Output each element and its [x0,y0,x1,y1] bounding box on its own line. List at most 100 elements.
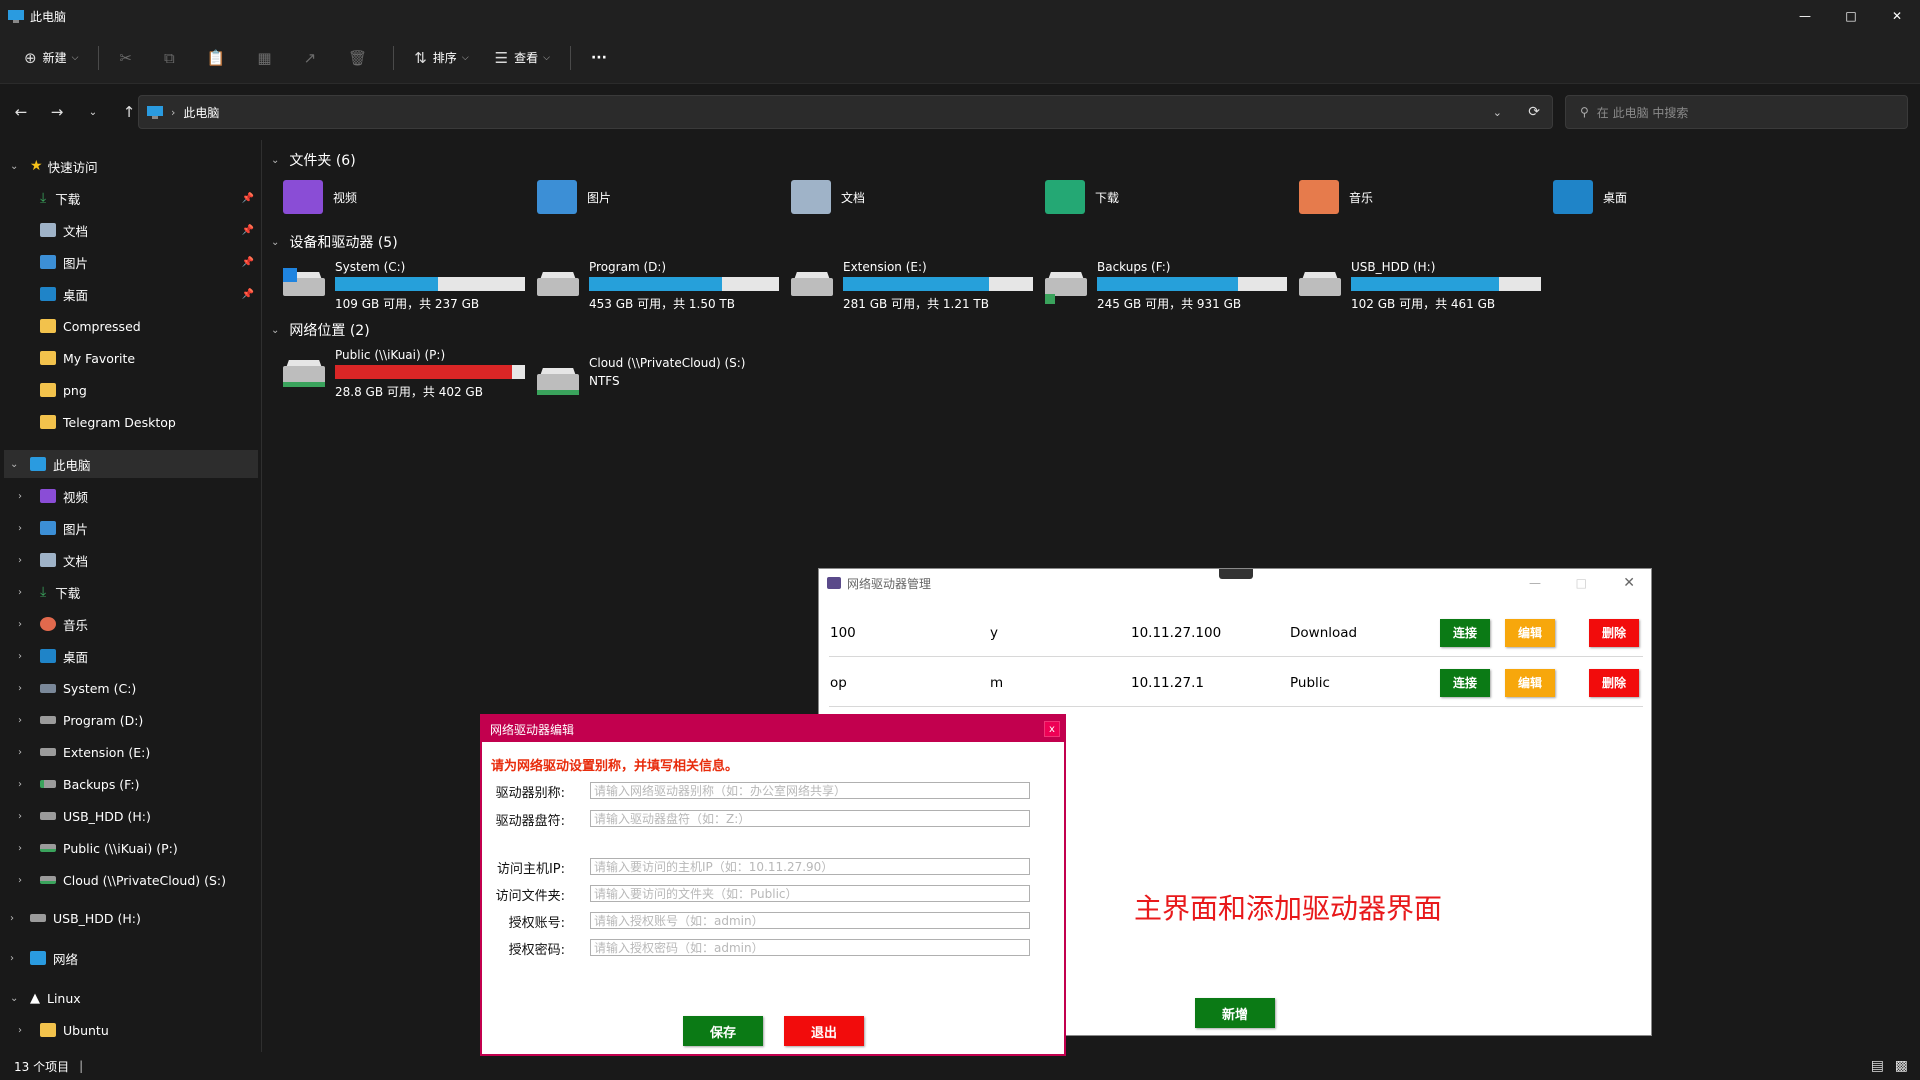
sort-button[interactable]: ⇅ 排序 ⌵ [408,42,474,74]
sidebar-this-pc[interactable]: ⌄ 此电脑 [4,450,258,478]
sidebar-item-music[interactable]: › 音乐 [18,610,258,638]
folder-documents[interactable]: 文档 [791,180,865,214]
drive-space: 281 GB 可用，共 1.21 TB [843,297,989,311]
delete-button[interactable]: 🗑 [342,42,379,74]
edit-button[interactable]: 编辑 [1505,618,1555,647]
drive-f[interactable]: Backups (F:) 245 GB 可用，共 931 GB [1045,260,1287,312]
pin-icon[interactable]: 📌 [242,257,254,268]
folder-downloads[interactable]: 下载 [1045,180,1119,214]
sidebar-quick-access[interactable]: ⌄ ★ 快速访问 [0,152,258,180]
drive-d[interactable]: Program (D:) 453 GB 可用，共 1.50 TB [537,260,779,312]
back-button[interactable]: ← [6,103,36,121]
drive-e[interactable]: Extension (E:) 281 GB 可用，共 1.21 TB [791,260,1033,312]
sidebar-item-drive-s[interactable]: › Cloud (\\PrivateCloud) (S:) [18,866,258,894]
sidebar-item-documents[interactable]: 文档 📌 [40,216,258,244]
drive-space: 245 GB 可用，共 931 GB [1097,297,1242,311]
sidebar-ubuntu[interactable]: › Ubuntu [18,1016,258,1044]
section-drives-header[interactable]: ⌄ 设备和驱动器 (5) [271,232,398,252]
sidebar-item-png[interactable]: png [40,376,258,404]
pin-icon[interactable]: 📌 [242,289,254,300]
alias-input[interactable]: 请输入网络驱动器别称（如：办公室网络共享） [590,782,1030,799]
view-button[interactable]: ☰ 查看 ⌵ [489,42,556,74]
sidebar-label: Extension (E:) [63,744,151,760]
folder-videos[interactable]: 视频 [283,180,357,214]
minimize-button[interactable]: — [1782,0,1828,32]
chevron-down-icon: ⌵ [461,52,469,63]
sidebar-item-drive-p[interactable]: › Public (\\iKuai) (P:) [18,834,258,862]
sidebar-network[interactable]: › 网络 [4,944,258,972]
sidebar-item-documents[interactable]: › 文档 [18,546,258,574]
folder-input[interactable]: 请输入要访问的文件夹（如：Public） [590,885,1030,902]
sidebar-label: 快速访问 [47,159,98,175]
sidebar-item-my-favorite[interactable]: My Favorite [40,344,258,372]
sidebar-item-pictures[interactable]: 图片 📌 [40,248,258,276]
refresh-icon[interactable]: ⟳ [1528,104,1540,120]
network-drive-p[interactable]: Public (\\iKuai) (P:) 28.8 GB 可用，共 402 GB [283,348,525,400]
password-input[interactable]: 请输入授权密码（如：admin） [590,939,1030,956]
maximize-button[interactable]: □ [1576,576,1587,590]
forward-button[interactable]: → [42,103,72,121]
account-input[interactable]: 请输入授权账号（如：admin） [590,912,1030,929]
sidebar-item-desktop[interactable]: 桌面 📌 [40,280,258,308]
sidebar-label: USB_HDD (H:) [63,808,151,824]
letter-input[interactable]: 请输入驱动器盘符（如：Z:） [590,810,1030,827]
details-view-icon[interactable]: ▤ [1871,1058,1884,1074]
sidebar-item-pictures[interactable]: › 图片 [18,514,258,542]
network-drive-s[interactable]: Cloud (\\PrivateCloud) (S:) NTFS [537,356,746,396]
rename-button[interactable]: ▦ [251,42,283,74]
section-network-header[interactable]: ⌄ 网络位置 (2) [271,320,370,340]
recent-dropdown[interactable]: ⌄ [78,107,108,118]
close-button[interactable]: ✕ [1623,575,1635,591]
share-button[interactable]: ↗ [298,42,329,74]
drag-handle[interactable] [1219,569,1253,579]
sidebar-item-downloads[interactable]: ⤓ 下载 📌 [40,184,258,212]
sidebar-item-downloads[interactable]: › ⤓ 下载 [18,578,258,606]
copy-button[interactable]: ⧉ [158,42,187,74]
address-dropdown-icon[interactable]: ⌄ [1493,106,1502,119]
exit-button[interactable]: 退出 [784,1016,864,1046]
cut-button[interactable]: ✂ [113,42,144,74]
address-bar[interactable]: › 此电脑 ⌄ ⟳ [138,95,1553,129]
new-button[interactable]: ⊕ 新建 ⌵ [18,42,84,74]
connect-button[interactable]: 连接 [1440,668,1490,697]
sidebar-item-telegram-desktop[interactable]: Telegram Desktop [40,408,258,436]
search-box[interactable]: ⚲ 在 此电脑 中搜索 [1565,95,1908,129]
pin-icon[interactable]: 📌 [242,193,254,204]
sidebar-item-videos[interactable]: › 视频 [18,482,258,510]
chevron-right-icon: › [18,490,22,502]
pin-icon[interactable]: 📌 [242,225,254,236]
sidebar-linux[interactable]: ⌄ ▲ Linux [4,984,258,1012]
section-folders-header[interactable]: ⌄ 文件夹 (6) [271,150,356,170]
save-button[interactable]: 保存 [683,1016,763,1046]
sidebar-usb-hdd[interactable]: › USB_HDD (H:) [4,904,258,932]
close-button[interactable]: ✕ [1874,0,1920,32]
chevron-right-icon: › [18,650,22,662]
sidebar-item-drive-h[interactable]: › USB_HDD (H:) [18,802,258,830]
drive-h[interactable]: USB_HDD (H:) 102 GB 可用，共 461 GB [1299,260,1541,312]
folder-desktop[interactable]: 桌面 [1553,180,1627,214]
folder-pictures[interactable]: 图片 [537,180,611,214]
sidebar-item-drive-f[interactable]: › Backups (F:) [18,770,258,798]
sidebar-item-drive-c[interactable]: › System (C:) [18,674,258,702]
sidebar-item-drive-e[interactable]: › Extension (E:) [18,738,258,766]
paste-button[interactable]: 📋 [201,42,238,74]
drive-c[interactable]: System (C:) 109 GB 可用，共 237 GB [283,260,525,312]
more-button[interactable]: ··· [585,42,613,74]
host-ip-input[interactable]: 请输入要访问的主机IP（如：10.11.27.90） [590,858,1030,875]
folder-music[interactable]: 音乐 [1299,180,1373,214]
add-button[interactable]: 新增 [1195,998,1275,1028]
address-path[interactable]: 此电脑 [183,104,219,121]
close-button[interactable]: x [1044,721,1060,737]
maximize-button[interactable]: □ [1828,0,1874,32]
sidebar-item-drive-d[interactable]: › Program (D:) [18,706,258,734]
delete-button[interactable]: 删除 [1589,668,1639,697]
chevron-right-icon: › [18,874,22,886]
sidebar-item-compressed[interactable]: Compressed [40,312,258,340]
tiles-view-icon[interactable]: ▩ [1895,1058,1908,1074]
edit-button[interactable]: 编辑 [1505,668,1555,697]
sidebar-item-desktop[interactable]: › 桌面 [18,642,258,670]
minimize-button[interactable]: — [1529,576,1541,590]
connect-button[interactable]: 连接 [1440,618,1490,647]
delete-button[interactable]: 删除 [1589,618,1639,647]
divider [98,45,100,70]
